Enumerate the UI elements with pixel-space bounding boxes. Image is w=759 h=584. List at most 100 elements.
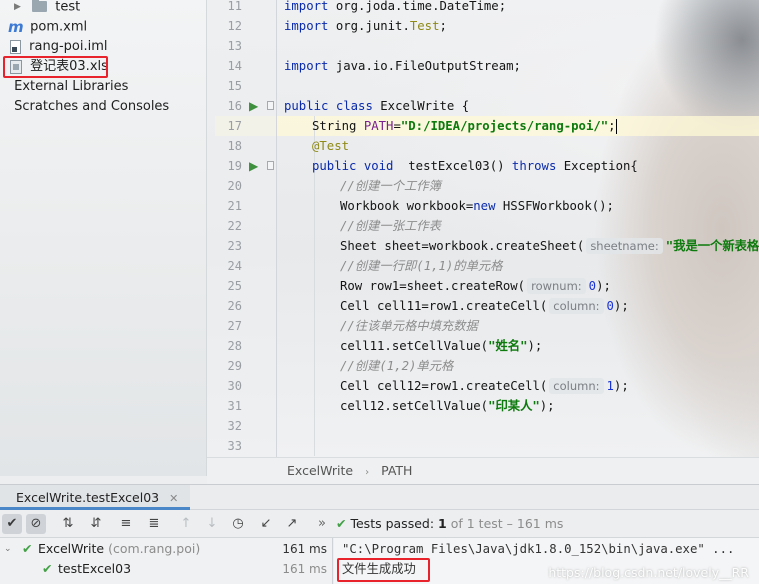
next-failed-icon[interactable]: ↓ xyxy=(202,514,222,534)
breadcrumb-class[interactable]: ExcelWrite xyxy=(287,463,353,478)
test-result-class[interactable]: ⌄ ✔ ExcelWrite (com.rang.poi) 161 ms xyxy=(0,539,333,559)
result-package: (com.rang.poi) xyxy=(108,541,201,556)
line-number: 12 xyxy=(227,19,242,33)
check-icon: ✔ xyxy=(22,541,33,556)
code-line-31: cell12.setCellValue("印某人"); xyxy=(340,399,555,413)
tree-item-pom[interactable]: m pom.xml xyxy=(8,17,87,37)
collapse-all-icon[interactable]: ≣ xyxy=(144,514,164,534)
code-line-26: Cell cell11=row1.createCell(column: 0); xyxy=(340,298,629,314)
breadcrumb: ExcelWrite › PATH xyxy=(207,457,759,484)
code-line-11: import org.joda.time.DateTime; xyxy=(284,0,507,13)
line-number: 29 xyxy=(227,359,242,373)
line-number: 13 xyxy=(227,39,242,53)
code-line-25: Row row1=sheet.createRow(rownum: 0); xyxy=(340,278,611,294)
code-line-24: //创建一行即(1,1)的单元格 xyxy=(340,259,503,273)
code-editor[interactable]: 11 12 13 14 15 16 17 18 19 20 21 22 23 2… xyxy=(207,0,759,457)
parameter-hint: column: xyxy=(549,298,604,314)
line-number: 27 xyxy=(227,319,242,333)
code-line-18: @Test xyxy=(312,139,350,153)
tree-item-label: rang-poi.iml xyxy=(29,39,108,54)
test-history-icon[interactable]: ◷ xyxy=(228,514,248,534)
tree-item-test[interactable]: ▶ test xyxy=(14,0,80,17)
line-number: 20 xyxy=(227,179,242,193)
breadcrumb-member[interactable]: PATH xyxy=(381,463,412,478)
line-number: 23 xyxy=(227,239,242,253)
code-line-21: Workbook workbook=new HSSFWorkbook(); xyxy=(340,199,614,213)
code-line-12: import org.junit.Test; xyxy=(284,19,447,33)
check-icon: ✔ xyxy=(336,516,347,531)
background-image-detail xyxy=(632,0,759,130)
line-number: 18 xyxy=(227,139,242,153)
code-line-14: import java.io.FileOutputStream; xyxy=(284,59,521,73)
line-number: 22 xyxy=(227,219,242,233)
code-line-22: //创建一张工作表 xyxy=(340,219,441,233)
highlight-box xyxy=(3,56,108,78)
code-line-27: //往该单元格中填充数据 xyxy=(340,319,478,333)
line-number-gutter[interactable]: 11 12 13 14 15 16 17 18 19 20 21 22 23 2… xyxy=(207,0,277,457)
sort-alphabetically-icon[interactable]: ⇅ xyxy=(58,514,78,534)
run-test-icon[interactable]: ▶ xyxy=(249,160,261,172)
chevron-right-icon[interactable]: ▶ xyxy=(14,0,24,17)
tree-item-label: External Libraries xyxy=(14,79,129,94)
close-icon[interactable]: ✕ xyxy=(169,492,178,505)
fold-icon[interactable] xyxy=(267,101,274,110)
code-line-30: Cell cell12=row1.createCell(column: 1); xyxy=(340,378,629,394)
sort-by-duration-icon[interactable]: ⇵ xyxy=(86,514,106,534)
tree-item-external-libraries[interactable]: External Libraries xyxy=(6,77,128,97)
code-line-20: //创建一个工作簿 xyxy=(340,179,441,193)
parameter-hint: column: xyxy=(549,378,604,394)
code-line-17: String PATH="D:/IDEA/projects/rang-poi/"… xyxy=(312,119,617,134)
parameter-hint: sheetname: xyxy=(586,238,663,254)
test-result-method[interactable]: ✔ testExcel03 161 ms xyxy=(0,559,333,579)
result-name: ExcelWrite xyxy=(38,541,105,556)
code-line-16: public class ExcelWrite { xyxy=(284,99,470,113)
show-ignored-icon[interactable]: ⊘ xyxy=(26,514,46,534)
project-tree: ▶ test m pom.xml rang-poi.iml 登记表03.xls … xyxy=(0,0,207,476)
tree-item-label: test xyxy=(55,0,81,15)
import-tests-icon[interactable]: ↙ xyxy=(256,514,276,534)
chevron-right-icon: › xyxy=(365,467,370,478)
expand-all-icon[interactable]: ≡ xyxy=(116,514,136,534)
export-tests-icon[interactable]: ↗ xyxy=(282,514,302,534)
run-tab-bar: ExcelWrite.testExcel03 ✕ xyxy=(0,484,759,510)
chevron-down-icon[interactable]: ⌄ xyxy=(4,539,12,559)
line-number: 32 xyxy=(227,419,242,433)
maven-icon: m xyxy=(8,18,24,36)
test-results-tree: ⌄ ✔ ExcelWrite (com.rang.poi) 161 ms ✔ t… xyxy=(0,538,333,584)
line-number: 31 xyxy=(227,399,242,413)
line-number: 19 xyxy=(227,159,242,173)
fold-icon[interactable] xyxy=(267,161,274,170)
show-passed-icon[interactable]: ✔ xyxy=(2,514,22,534)
run-class-icon[interactable]: ▶ xyxy=(249,100,261,112)
line-number: 21 xyxy=(227,199,242,213)
result-time: 161 ms xyxy=(282,562,327,576)
tests-status: ✔ Tests passed: 1 of 1 test – 161 ms xyxy=(336,516,564,531)
line-number: 17 xyxy=(227,119,242,133)
line-number: 24 xyxy=(227,259,242,273)
tree-item-scratches[interactable]: Scratches and Consoles xyxy=(6,97,169,117)
previous-failed-icon[interactable]: ↑ xyxy=(176,514,196,534)
line-number: 15 xyxy=(227,79,242,93)
run-toolbar: ✔ ⊘ ⇅ ⇵ ≡ ≣ ↑ ↓ ◷ ↙ ↗ » ✔ Tests passed: 1… xyxy=(0,510,759,538)
tree-item-label: Scratches and Consoles xyxy=(14,99,170,114)
line-number: 11 xyxy=(227,0,242,13)
line-number: 26 xyxy=(227,299,242,313)
line-number: 28 xyxy=(227,339,242,353)
more-icon[interactable]: » xyxy=(312,514,332,534)
line-number: 25 xyxy=(227,279,242,293)
parameter-hint: rownum: xyxy=(527,278,586,294)
console-command: "C:\Program Files\Java\jdk1.8.0_152\bin\… xyxy=(342,542,735,556)
code-line-23: Sheet sheet=workbook.createSheet(sheetna… xyxy=(340,238,759,254)
check-icon: ✔ xyxy=(42,561,53,576)
watermark: https://blog.csdn.net/lovely__RR xyxy=(548,565,749,580)
line-number: 33 xyxy=(227,439,242,453)
highlight-box xyxy=(337,558,430,582)
line-number: 14 xyxy=(227,59,242,73)
text-caret xyxy=(615,119,617,134)
module-file-icon xyxy=(10,39,21,54)
run-tab[interactable]: ExcelWrite.testExcel03 ✕ xyxy=(0,485,191,510)
code-line-29: //创建(1,2)单元格 xyxy=(340,359,454,373)
code-line-19: public void testExcel03() throws Excepti… xyxy=(312,159,638,173)
tree-item-iml[interactable]: rang-poi.iml xyxy=(10,37,107,57)
run-tab-label: ExcelWrite.testExcel03 xyxy=(16,490,160,505)
